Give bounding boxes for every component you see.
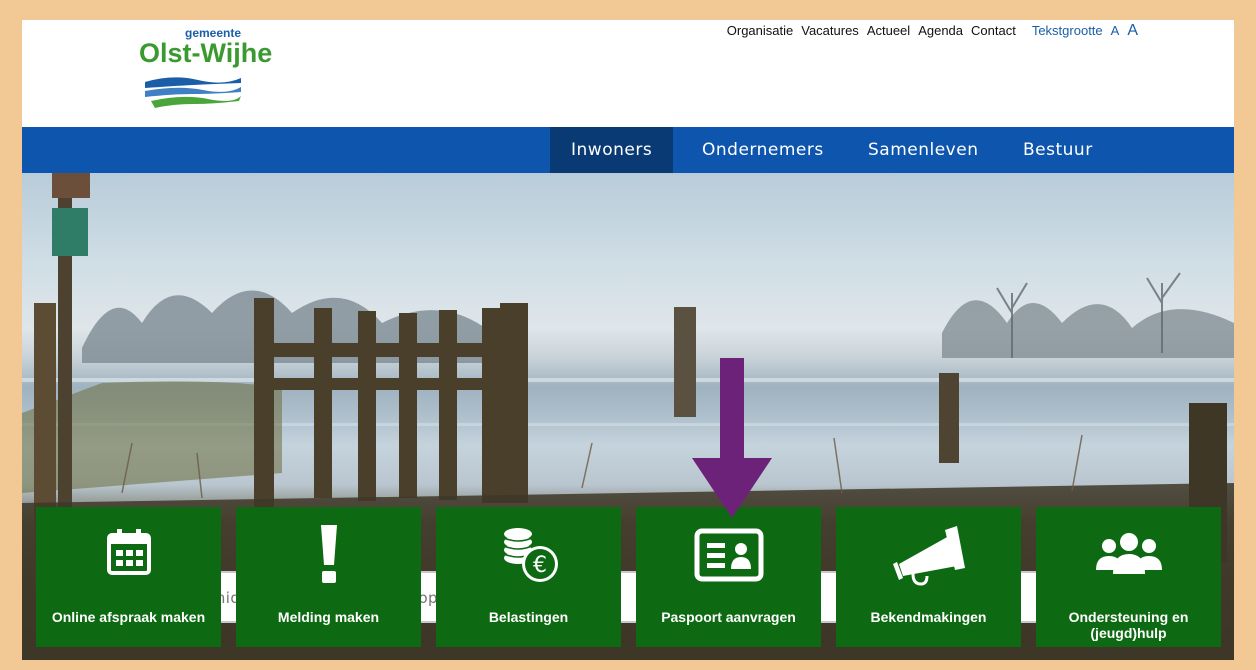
- tile-ondersteuning[interactable]: Ondersteuning en (jeugd)hulp: [1036, 507, 1221, 647]
- id-card-icon: [694, 528, 763, 582]
- tab-ondernemers[interactable]: Ondernemers: [681, 127, 845, 173]
- tile-label: Melding maken: [277, 609, 380, 625]
- exclamation-icon: [320, 525, 337, 583]
- site-logo[interactable]: gemeente Olst-Wijhe: [139, 26, 289, 122]
- topnav-organisatie[interactable]: Organisatie: [727, 23, 793, 38]
- tab-inwoners[interactable]: Inwoners: [550, 127, 674, 173]
- tile-label: Bekendmakingen: [870, 609, 987, 625]
- logo-main-text: Olst-Wijhe: [139, 38, 273, 68]
- calendar-icon: [106, 529, 151, 575]
- main-navigation: Inwoners Ondernemers Samenleven Bestuur: [22, 127, 1234, 173]
- svg-text:€: €: [533, 553, 547, 578]
- textsize-large-button[interactable]: A: [1127, 22, 1138, 40]
- logo-waves-icon: [145, 77, 241, 108]
- webpage: gemeente Olst-Wijhe Organisatie Vacature…: [22, 20, 1234, 660]
- site-header: gemeente Olst-Wijhe Organisatie Vacature…: [22, 20, 1234, 128]
- topnav-agenda[interactable]: Agenda: [918, 23, 963, 38]
- annotation-arrow-icon: [692, 358, 772, 518]
- tile-paspoort-aanvragen[interactable]: Paspoort aanvragen: [636, 507, 821, 647]
- tile-label: Belastingen: [488, 609, 569, 625]
- people-group-icon: [1095, 533, 1162, 574]
- tile-bekendmakingen[interactable]: Bekendmakingen: [836, 507, 1021, 647]
- screenshot-frame: gemeente Olst-Wijhe Organisatie Vacature…: [0, 0, 1256, 670]
- tile-label: Online afspraak maken: [51, 609, 206, 625]
- tab-samenleven[interactable]: Samenleven: [847, 127, 999, 173]
- topnav-contact[interactable]: Contact: [971, 23, 1016, 38]
- topnav-actueel[interactable]: Actueel: [867, 23, 910, 38]
- tile-label: Ondersteuning en (jeugd)hulp: [1068, 609, 1189, 641]
- megaphone-icon: [892, 526, 965, 586]
- topnav-vacatures[interactable]: Vacatures: [801, 23, 859, 38]
- coins-euro-icon: €: [503, 528, 558, 582]
- top-navigation: Organisatie Vacatures Actueel Agenda Con…: [727, 22, 1138, 40]
- tile-melding-maken[interactable]: Melding maken: [236, 507, 421, 647]
- tab-bestuur[interactable]: Bestuur: [1002, 127, 1114, 173]
- tile-online-afspraak[interactable]: Online afspraak maken: [36, 507, 221, 647]
- tile-label: Paspoort aanvragen: [661, 609, 796, 625]
- textsize-small-button[interactable]: A: [1111, 23, 1120, 38]
- textsize-label: Tekstgrootte: [1031, 23, 1103, 38]
- tile-belastingen[interactable]: € Belastingen: [436, 507, 621, 647]
